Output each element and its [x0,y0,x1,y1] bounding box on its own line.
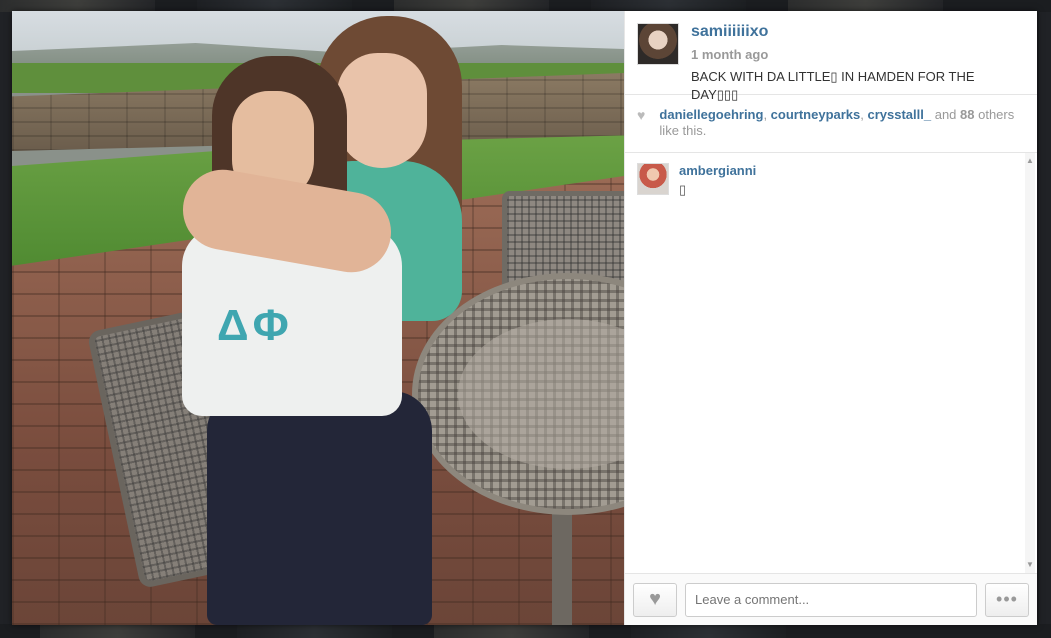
comments-list[interactable]: ambergianni ▯ ▲ ▼ [625,153,1037,573]
post-timestamp[interactable]: 1 month ago [691,47,991,62]
author-username[interactable]: samiiiiiixo [691,23,768,40]
author-avatar[interactable] [637,23,679,65]
comment-item: ambergianni ▯ [625,153,1037,208]
feed-thumbnail [631,624,786,638]
commenter-username[interactable]: ambergianni [679,163,756,178]
comments-scrollbar[interactable]: ▲ ▼ [1025,153,1035,573]
scroll-down-arrow-icon[interactable]: ▼ [1025,559,1035,571]
comment-text: ▯ [679,182,687,197]
likes-separator: , [860,107,868,122]
like-button[interactable]: ♥ [633,582,677,617]
photo-shirt-letters: ΔΦ [217,301,293,350]
background-left [0,12,12,624]
post-sidebar: samiiiiiixo 1 month ago BACK WITH DA LIT… [624,11,1037,625]
feed-thumbnail [40,624,195,638]
post-meta: samiiiiiixo 1 month ago BACK WITH DA LIT… [691,23,991,102]
more-options-button[interactable]: ••• [985,582,1029,617]
heart-icon: ♥ [637,107,646,123]
likes-section: ♥ daniellegoehring, courtneyparks, cryss… [625,95,1037,153]
post-actions: ♥ ••• [625,573,1037,625]
background-feed-bottom [0,624,1051,638]
scroll-up-arrow-icon[interactable]: ▲ [1025,155,1035,167]
post-photo[interactable]: ΔΦ [12,11,624,625]
feed-thumbnail [237,624,392,638]
liker-link[interactable]: courtneyparks [771,107,861,122]
likes-count[interactable]: 88 [960,107,974,122]
photo-jeans [207,391,432,625]
heart-icon: ♥ [649,588,661,610]
likes-and: and [931,107,961,122]
background-right [1039,12,1051,624]
feed-thumbnail [434,624,589,638]
ellipsis-icon: ••• [996,589,1018,609]
liker-link[interactable]: crysstalll_ [868,107,932,122]
commenter-avatar[interactable] [637,163,669,195]
liker-link[interactable]: daniellegoehring [659,107,763,122]
comment-input[interactable] [685,582,977,617]
post-modal: ΔΦ samiiiiiixo 1 month ago BACK WITH DA … [12,11,1037,625]
photo-person-back-face [337,53,427,168]
likes-separator: , [763,107,771,122]
post-header: samiiiiiixo 1 month ago BACK WITH DA LIT… [625,11,1037,102]
comment-content: ambergianni ▯ [679,163,756,198]
likes-text: daniellegoehring, courtneyparks, cryssta… [659,107,1025,140]
